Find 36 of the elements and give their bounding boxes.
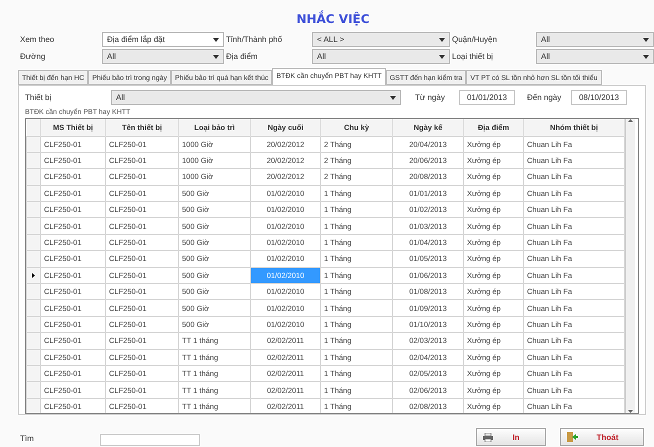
exit-icon [567, 432, 578, 442]
filter-label: Quận/Huyện [452, 34, 498, 46]
filter-label: Tỉnh/Thành phố [226, 34, 284, 46]
to-date-field[interactable]: 08/10/2013 [571, 90, 627, 105]
caret-icon [439, 54, 445, 58]
filter-dropdown[interactable]: All [312, 49, 450, 64]
filter-dropdown[interactable]: All [102, 49, 224, 64]
print-button[interactable]: In [476, 428, 546, 446]
filter-label: Đường [20, 51, 46, 63]
caret-icon [439, 38, 445, 42]
search-label: Tìm [20, 433, 32, 445]
caret-icon [213, 38, 219, 42]
caret-icon [390, 96, 396, 100]
from-date-label: Từ ngày [415, 92, 446, 104]
from-date-field[interactable]: 01/01/2013 [459, 90, 515, 105]
filter-dropdown[interactable]: All [536, 49, 654, 64]
filter-label: Địa điểm [226, 51, 259, 63]
scroll-up-icon[interactable] [628, 119, 633, 122]
window-title: NHẮC VIỆC [295, 9, 371, 28]
scroll-down-icon[interactable] [628, 410, 633, 413]
exit-button[interactable]: Thoát [560, 428, 644, 446]
caret-icon [643, 54, 649, 58]
filter-dropdown[interactable]: Địa điểm lắp đặt [102, 32, 224, 47]
filter-dropdown[interactable]: < ALL > [312, 32, 450, 47]
search-field[interactable] [100, 434, 200, 446]
device-label: Thiết bị [25, 92, 52, 104]
device-dropdown[interactable]: All [111, 90, 401, 105]
printer-icon [483, 432, 493, 442]
caret-icon [213, 54, 219, 58]
to-date-label: Đến ngày [527, 92, 562, 104]
filter-dropdown[interactable]: All [536, 32, 654, 47]
caret-icon [643, 38, 649, 42]
current-row-icon [32, 272, 35, 278]
filter-label: Xem theo [20, 34, 56, 46]
scrollbar[interactable] [625, 119, 635, 413]
filter-label: Loại thiết bị [452, 51, 494, 63]
